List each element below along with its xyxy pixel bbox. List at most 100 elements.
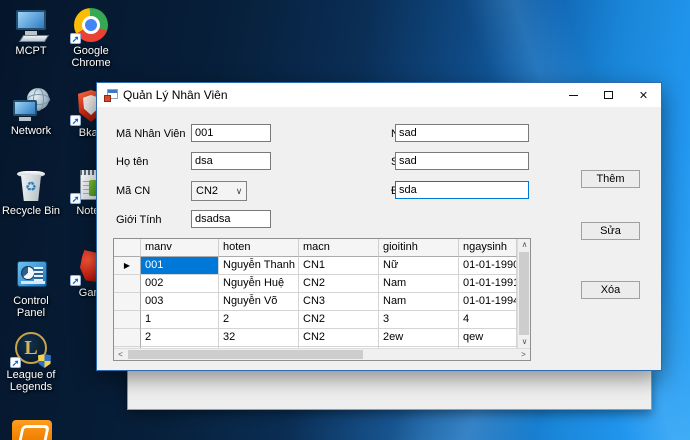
- row-selector[interactable]: [114, 329, 141, 347]
- sua-button[interactable]: Sửa: [581, 222, 640, 240]
- scroll-up-icon[interactable]: ∧: [518, 239, 531, 251]
- grid-cell-selected[interactable]: 001: [141, 257, 219, 275]
- vertical-scroll-thumb[interactable]: [519, 252, 529, 335]
- table-row: 003 Nguyễn Võ CN3 Nam 01-01-1994: [114, 293, 517, 311]
- horizontal-scroll-thumb[interactable]: [128, 350, 363, 359]
- grid-cell[interactable]: CN3: [299, 293, 379, 311]
- scroll-down-icon[interactable]: ∨: [518, 336, 531, 348]
- grid-cell[interactable]: 2: [219, 311, 299, 329]
- column-header-macn[interactable]: macn: [299, 239, 379, 257]
- grid-cell[interactable]: CN2: [299, 275, 379, 293]
- grid-cell[interactable]: 01-01-1991: [459, 275, 517, 293]
- column-header-hoten[interactable]: hoten: [219, 239, 299, 257]
- grid-cell[interactable]: CN2: [299, 311, 379, 329]
- grid-cell[interactable]: Nguyễn Thanh T...: [219, 257, 299, 275]
- label-ma-cn: Mã CN: [116, 185, 151, 197]
- grid-cell[interactable]: 32: [219, 329, 299, 347]
- minimize-button[interactable]: [556, 83, 591, 107]
- select-ma-cn[interactable]: CN2 ∨: [191, 181, 247, 201]
- row-selector[interactable]: [114, 293, 141, 311]
- grid-cell[interactable]: Nam: [379, 275, 459, 293]
- grid-cell[interactable]: Nguyễn Huệ: [219, 275, 299, 293]
- table-row: 002 Nguyễn Huệ CN2 Nam 01-01-1991: [114, 275, 517, 293]
- uac-shield-icon: [38, 354, 51, 368]
- shortcut-arrow-icon: ➚: [70, 33, 81, 44]
- computer-icon: [13, 8, 50, 42]
- xoa-button[interactable]: Xóa: [581, 281, 640, 299]
- grid-cell[interactable]: CN1: [299, 257, 379, 275]
- row-selector[interactable]: [114, 311, 141, 329]
- grid-cell[interactable]: 002: [141, 275, 219, 293]
- desktop-icon-league-of-legends[interactable]: L ➚ League of Legends: [0, 332, 62, 393]
- icon-label: Control Panel: [13, 295, 49, 319]
- grid-cell[interactable]: 1: [141, 311, 219, 329]
- input-ngay-sinh[interactable]: sad: [395, 124, 529, 142]
- desktop-icon-mcpt[interactable]: MCPT: [0, 8, 62, 57]
- employee-grid: manv hoten macn gioitinh ngaysinh ▶ 001 …: [113, 238, 531, 361]
- label-ma-nhan-vien: Mã Nhân Viên: [116, 128, 186, 140]
- table-row: 2 32 CN2 2ew qew: [114, 329, 517, 347]
- maximize-button[interactable]: [591, 83, 626, 107]
- network-icon: [13, 88, 50, 122]
- background-window[interactable]: [127, 369, 652, 410]
- current-row-marker[interactable]: ▶: [114, 257, 141, 275]
- column-header-gioitinh[interactable]: gioitinh: [379, 239, 459, 257]
- icon-label: League of Legends: [6, 369, 56, 393]
- icon-label: Recycle Bin: [1, 205, 61, 217]
- shortcut-arrow-icon: ➚: [70, 275, 81, 286]
- icon-label: MCPT: [15, 45, 47, 57]
- icon-label: Network: [10, 125, 52, 137]
- desktop-icon-network[interactable]: Network: [0, 88, 62, 137]
- horizontal-scrollbar[interactable]: < >: [114, 348, 530, 360]
- input-sdt[interactable]: sad: [395, 152, 529, 170]
- chevron-down-icon: ∨: [235, 185, 243, 196]
- them-button[interactable]: Thêm: [581, 170, 640, 188]
- label-gioi-tinh: Giới Tính: [116, 214, 162, 226]
- grid-cell[interactable]: Nguyễn Võ: [219, 293, 299, 311]
- grid-cell[interactable]: 2: [141, 329, 219, 347]
- row-selector[interactable]: [114, 275, 141, 293]
- desktop-icon-control-panel[interactable]: Control Panel: [0, 258, 62, 319]
- control-panel-icon: [13, 258, 49, 292]
- grid-cell[interactable]: 2ew: [379, 329, 459, 347]
- title-bar[interactable]: Quản Lý Nhân Viên ✕: [97, 83, 661, 107]
- column-header-ngaysinh[interactable]: ngaysinh: [459, 239, 517, 257]
- grid-header-row: manv hoten macn gioitinh ngaysinh: [114, 239, 517, 257]
- table-row: ▶ 001 Nguyễn Thanh T... CN1 Nữ 01-01-199…: [114, 257, 517, 275]
- desktop-icon-recycle-bin[interactable]: ♻ Recycle Bin: [0, 168, 62, 217]
- scroll-right-icon[interactable]: >: [517, 349, 530, 361]
- grid-cell[interactable]: Nữ: [379, 257, 459, 275]
- input-ho-ten[interactable]: dsa: [191, 152, 271, 170]
- input-dia-chi[interactable]: sda: [395, 181, 529, 199]
- scroll-left-icon[interactable]: <: [114, 349, 127, 361]
- grid-cell[interactable]: 01-01-1994: [459, 293, 517, 311]
- chrome-icon: ➚: [70, 8, 109, 44]
- grid-cell[interactable]: 003: [141, 293, 219, 311]
- league-of-legends-icon: L ➚: [10, 332, 51, 368]
- recycle-bin-icon: ♻: [13, 168, 49, 202]
- input-ma-nhan-vien[interactable]: 001: [191, 124, 271, 142]
- grid-cell[interactable]: 3: [379, 311, 459, 329]
- desktop-icon-orange-app[interactable]: [12, 420, 52, 440]
- shortcut-arrow-icon: ➚: [70, 115, 81, 126]
- window-title: Quản Lý Nhân Viên: [123, 88, 228, 102]
- column-header-manv[interactable]: manv: [141, 239, 219, 257]
- vertical-scrollbar[interactable]: ∧ ∨: [517, 239, 530, 348]
- close-button[interactable]: ✕: [626, 83, 661, 107]
- shortcut-arrow-icon: ➚: [10, 357, 21, 368]
- grid-cell[interactable]: CN2: [299, 329, 379, 347]
- app-window: Quản Lý Nhân Viên ✕ Mã Nhân Viên 001 Họ …: [96, 82, 662, 371]
- select-value: CN2: [196, 185, 219, 197]
- table-row: 1 2 CN2 3 4: [114, 311, 517, 329]
- grid-cell[interactable]: qew: [459, 329, 517, 347]
- shortcut-arrow-icon: ➚: [70, 193, 81, 204]
- icon-label: Google Chrome: [71, 45, 111, 69]
- label-ho-ten: Họ tên: [116, 156, 149, 168]
- grid-cell[interactable]: Nam: [379, 293, 459, 311]
- input-gioi-tinh[interactable]: dsadsa: [191, 210, 271, 228]
- app-icon: [104, 88, 118, 102]
- grid-cell[interactable]: 4: [459, 311, 517, 329]
- grid-cell[interactable]: 01-01-1990: [459, 257, 517, 275]
- row-selector-header[interactable]: [114, 239, 141, 257]
- desktop-icon-chrome[interactable]: ➚ Google Chrome: [60, 8, 122, 69]
